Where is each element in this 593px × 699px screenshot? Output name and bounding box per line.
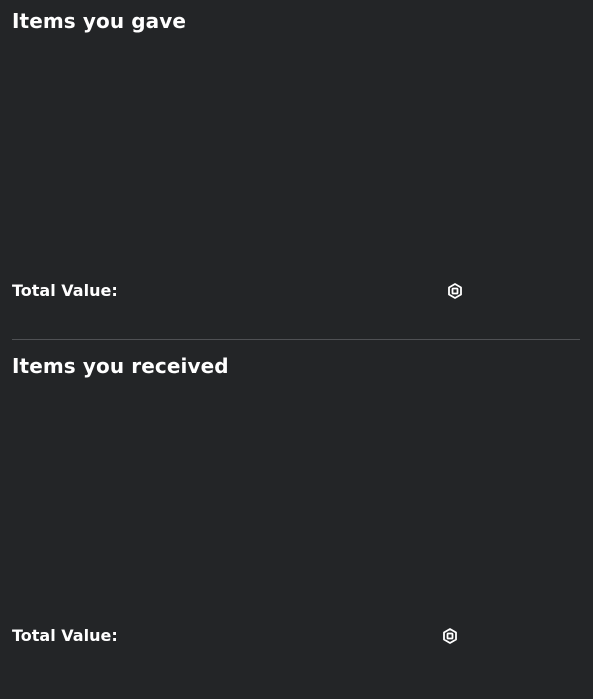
items-gave-title: Items you gave xyxy=(12,9,187,33)
robux-icon xyxy=(442,628,458,644)
items-gave-list xyxy=(12,44,580,264)
received-total-row: Total Value: xyxy=(12,625,580,647)
gave-total-label: Total Value: xyxy=(12,281,118,300)
items-received-list xyxy=(12,389,580,609)
items-received-title: Items you received xyxy=(12,354,229,378)
section-divider xyxy=(12,339,580,340)
gave-total-row: Total Value: xyxy=(12,280,580,302)
items-gave-section: Items you gave Total Value: xyxy=(0,0,593,340)
robux-icon xyxy=(447,283,463,299)
received-total-label: Total Value: xyxy=(12,626,118,645)
items-received-section: Items you received Total Value: xyxy=(0,345,593,699)
